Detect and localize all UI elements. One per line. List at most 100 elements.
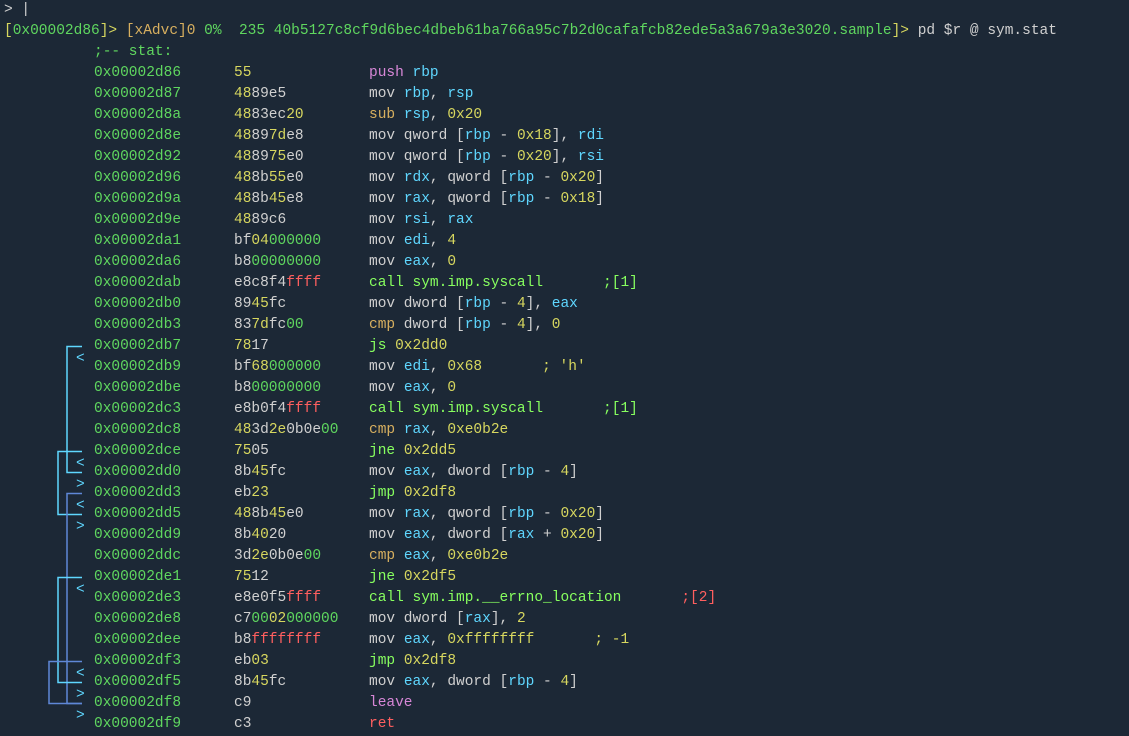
addr: 0x00002db9 bbox=[94, 357, 234, 378]
asm-line: <0x00002de17512jne 0x2df5 bbox=[4, 567, 1125, 588]
addr: 0x00002db0 bbox=[94, 294, 234, 315]
instruction: push rbp bbox=[369, 63, 439, 84]
asm-line: 0x00002db9bf68000000mov edi, 0x68; 'h' bbox=[4, 357, 1125, 378]
addr: 0x00002da6 bbox=[94, 252, 234, 273]
asm-line: >0x00002dd5488b45e0mov rax, qword [rbp -… bbox=[4, 504, 1125, 525]
instruction: cmp rax, 0xe0b2e bbox=[369, 420, 508, 441]
addr: 0x00002d96 bbox=[94, 168, 234, 189]
addr: 0x00002df5 bbox=[94, 672, 234, 693]
asm-line: 0x00002d96488b55e0mov rdx, qword [rbp - … bbox=[4, 168, 1125, 189]
asm-line: <0x00002df3eb03jmp 0x2df8 bbox=[4, 651, 1125, 672]
instruction: cmp dword [rbp - 4], 0 bbox=[369, 315, 560, 336]
instruction: mov rbp, rsp bbox=[369, 84, 473, 105]
bytes: 837dfc00 bbox=[234, 315, 369, 336]
asm-line: 0x00002da1bf04000000mov edi, 4 bbox=[4, 231, 1125, 252]
asm-line: 0x00002de8c70002000000mov dword [rax], 2 bbox=[4, 609, 1125, 630]
addr: 0x00002da1 bbox=[94, 231, 234, 252]
bytes: e8e0f5ffff bbox=[234, 588, 369, 609]
instruction: mov eax, dword [rbp - 4] bbox=[369, 462, 578, 483]
addr: 0x00002dbe bbox=[94, 378, 234, 399]
bytes: 4883ec20 bbox=[234, 105, 369, 126]
asm-line: 0x00002dc3e8b0f4ffffcall sym.imp.syscall… bbox=[4, 399, 1125, 420]
terminal-view: > | [0x00002d86]> [xAdvc]0 0% 235 40b512… bbox=[0, 0, 1129, 735]
addr: 0x00002dee bbox=[94, 630, 234, 651]
addr: 0x00002df3 bbox=[94, 651, 234, 672]
asm-line: <0x00002dce7505jne 0x2dd5 bbox=[4, 441, 1125, 462]
bytes: 7505 bbox=[234, 441, 369, 462]
addr: 0x00002dab bbox=[94, 273, 234, 294]
bytes: c70002000000 bbox=[234, 609, 369, 630]
bytes: 483d2e0b0e00 bbox=[234, 420, 369, 441]
disassembly-listing[interactable]: 0x00002d8655push rbp0x00002d874889e5mov … bbox=[4, 63, 1125, 735]
addr: 0x00002df8 bbox=[94, 693, 234, 714]
comment: ; 'h' bbox=[482, 357, 586, 378]
bytes: 7512 bbox=[234, 567, 369, 588]
bytes: 48897de8 bbox=[234, 126, 369, 147]
asm-line: <0x00002dd3eb23jmp 0x2df8 bbox=[4, 483, 1125, 504]
bytes: b800000000 bbox=[234, 252, 369, 273]
instruction: jne 0x2dd5 bbox=[369, 441, 456, 462]
instruction: call sym.imp.__errno_location bbox=[369, 588, 621, 609]
addr: 0x00002de3 bbox=[94, 588, 234, 609]
instruction: jmp 0x2df8 bbox=[369, 651, 456, 672]
asm-line: >0x00002dd08b45fcmov eax, dword [rbp - 4… bbox=[4, 462, 1125, 483]
asm-line: 0x00002d8e48897de8mov qword [rbp - 0x18]… bbox=[4, 126, 1125, 147]
instruction: mov dword [rax], 2 bbox=[369, 609, 526, 630]
instruction: ret bbox=[369, 714, 395, 735]
instruction: js 0x2dd0 bbox=[369, 336, 447, 357]
addr: 0x00002d8a bbox=[94, 105, 234, 126]
addr: 0x00002de1 bbox=[94, 567, 234, 588]
instruction: mov rax, qword [rbp - 0x18] bbox=[369, 189, 604, 210]
instruction: mov eax, 0 bbox=[369, 378, 456, 399]
bytes: 488975e0 bbox=[234, 147, 369, 168]
asm-line: 0x00002deeb8ffffffffmov eax, 0xffffffff;… bbox=[4, 630, 1125, 651]
addr: 0x00002db7 bbox=[94, 336, 234, 357]
instruction: mov eax, 0 bbox=[369, 252, 456, 273]
asm-line: 0x00002df9c3ret bbox=[4, 714, 1125, 735]
asm-line: >0x00002df58b45fcmov eax, dword [rbp - 4… bbox=[4, 672, 1125, 693]
bytes: eb03 bbox=[234, 651, 369, 672]
instruction: sub rsp, 0x20 bbox=[369, 105, 482, 126]
addr: 0x00002d8e bbox=[94, 126, 234, 147]
bytes: c9 bbox=[234, 693, 369, 714]
bytes: e8c8f4ffff bbox=[234, 273, 369, 294]
comment: ;[1] bbox=[543, 399, 638, 420]
bytes: c3 bbox=[234, 714, 369, 735]
asm-line: 0x00002d9e4889c6mov rsi, rax bbox=[4, 210, 1125, 231]
addr: 0x00002dce bbox=[94, 441, 234, 462]
bytes: b800000000 bbox=[234, 378, 369, 399]
addr: 0x00002d9a bbox=[94, 189, 234, 210]
instruction: mov rsi, rax bbox=[369, 210, 473, 231]
label-line: ;-- stat: bbox=[4, 42, 1125, 63]
asm-line: 0x00002db3837dfc00cmp dword [rbp - 4], 0 bbox=[4, 315, 1125, 336]
bytes: 3d2e0b0e00 bbox=[234, 546, 369, 567]
asm-line: >0x00002df8c9leave bbox=[4, 693, 1125, 714]
asm-line: 0x00002db08945fcmov dword [rbp - 4], eax bbox=[4, 294, 1125, 315]
addr: 0x00002de8 bbox=[94, 609, 234, 630]
addr: 0x00002d86 bbox=[94, 63, 234, 84]
addr: 0x00002db3 bbox=[94, 315, 234, 336]
bytes: bf04000000 bbox=[234, 231, 369, 252]
prompt-line: [0x00002d86]> [xAdvc]0 0% 235 40b5127c8c… bbox=[4, 21, 1125, 42]
input-line[interactable]: > | bbox=[4, 0, 1125, 21]
asm-line: 0x00002dbeb800000000mov eax, 0 bbox=[4, 378, 1125, 399]
asm-line: 0x00002d8655push rbp bbox=[4, 63, 1125, 84]
addr: 0x00002dd0 bbox=[94, 462, 234, 483]
asm-line: 0x00002dabe8c8f4ffffcall sym.imp.syscall… bbox=[4, 273, 1125, 294]
bytes: 8b4020 bbox=[234, 525, 369, 546]
instruction: mov qword [rbp - 0x18], rdi bbox=[369, 126, 604, 147]
bytes: 488b55e0 bbox=[234, 168, 369, 189]
comment: ;[2] bbox=[621, 588, 716, 609]
addr: 0x00002d92 bbox=[94, 147, 234, 168]
bytes: 488b45e0 bbox=[234, 504, 369, 525]
instruction: mov rdx, qword [rbp - 0x20] bbox=[369, 168, 604, 189]
instruction: call sym.imp.syscall bbox=[369, 399, 543, 420]
asm-line: 0x00002d874889e5mov rbp, rsp bbox=[4, 84, 1125, 105]
instruction: jne 0x2df5 bbox=[369, 567, 456, 588]
instruction: mov edi, 4 bbox=[369, 231, 456, 252]
addr: 0x00002dc8 bbox=[94, 420, 234, 441]
bytes: eb23 bbox=[234, 483, 369, 504]
instruction: mov rax, qword [rbp - 0x20] bbox=[369, 504, 604, 525]
instruction: leave bbox=[369, 693, 413, 714]
instruction: mov dword [rbp - 4], eax bbox=[369, 294, 578, 315]
